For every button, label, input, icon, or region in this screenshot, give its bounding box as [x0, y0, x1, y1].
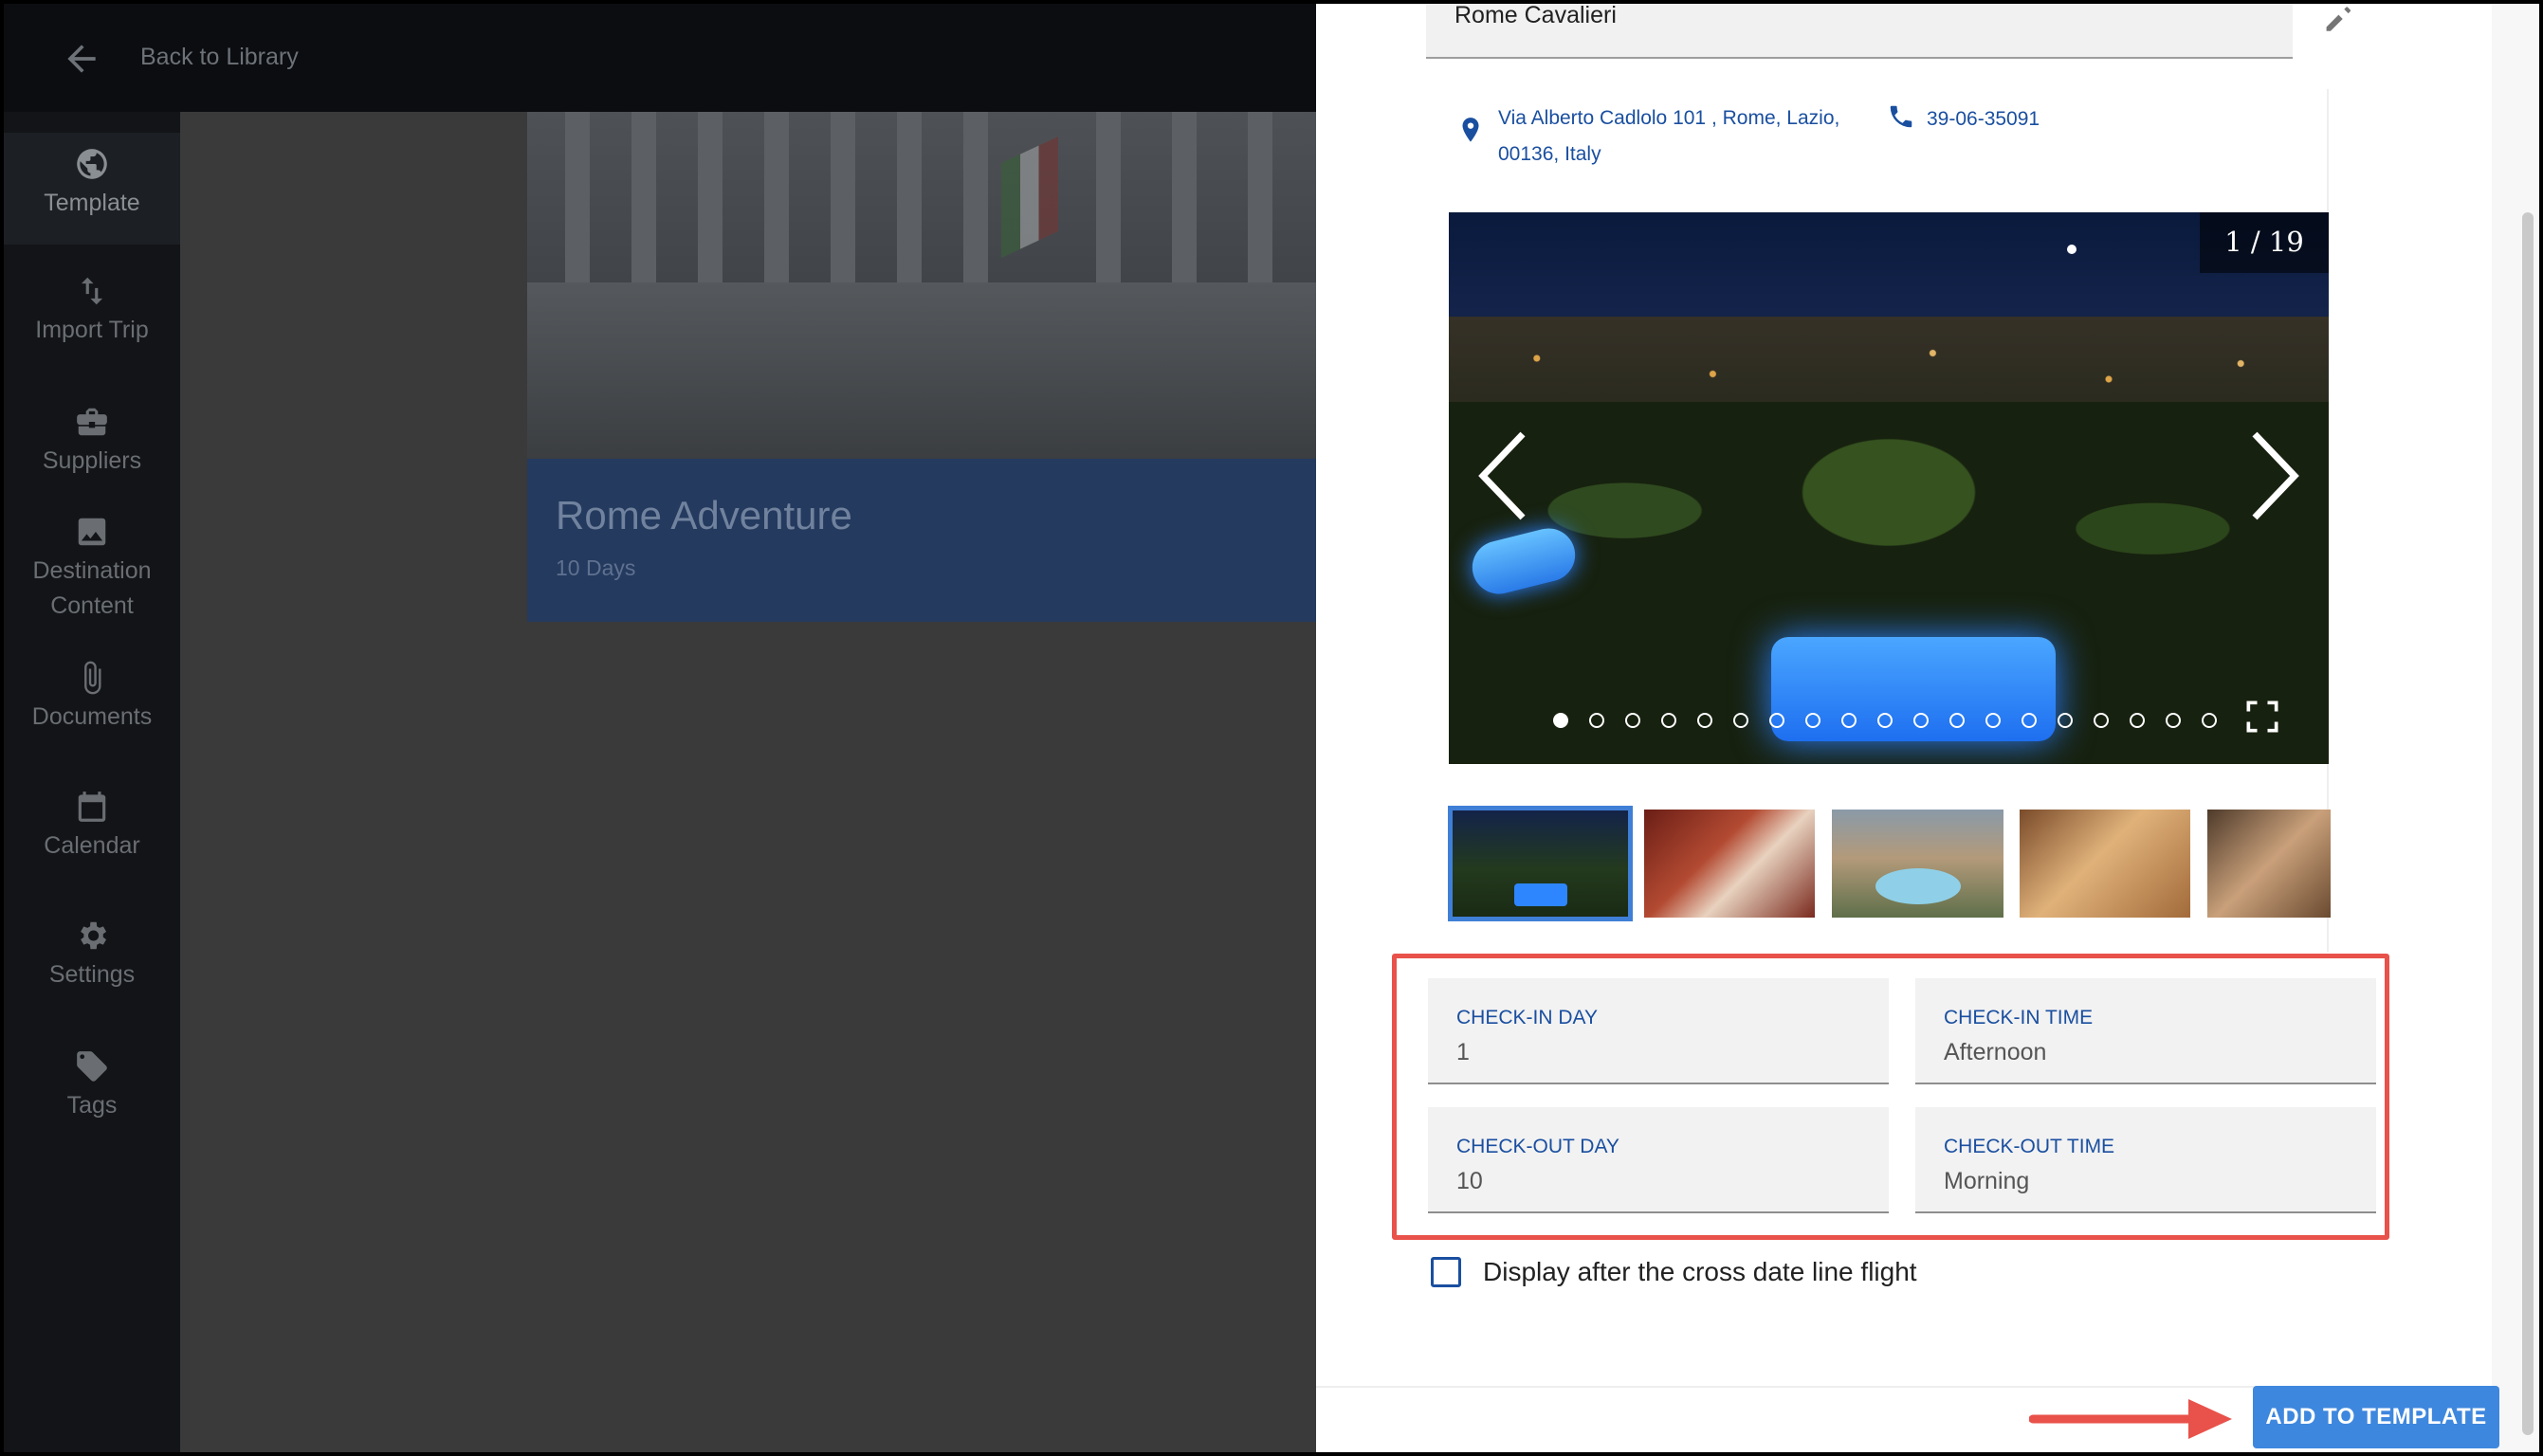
gallery-dot[interactable]: [1949, 713, 1965, 728]
hotel-name-field[interactable]: Rome Cavalieri: [1426, 4, 2293, 59]
field-label: CHECK-OUT DAY: [1456, 1136, 1619, 1157]
sidebar-item-label: Calendar: [44, 832, 140, 859]
gallery-dot[interactable]: [2058, 713, 2073, 728]
checkout-day-field[interactable]: CHECK-OUT DAY 10: [1428, 1107, 1889, 1213]
gallery-dot[interactable]: [2166, 713, 2181, 728]
sidebar-item-suppliers[interactable]: Suppliers: [4, 404, 180, 479]
sidebar-item-label: Template: [44, 190, 140, 216]
sidebar-item-label: Tags: [66, 1092, 118, 1119]
back-to-library-link[interactable]: Back to Library: [140, 44, 299, 71]
gallery-dot[interactable]: [1805, 713, 1820, 728]
field-label: CHECK-IN TIME: [1944, 1007, 2094, 1028]
gallery-dot[interactable]: [1661, 713, 1676, 728]
field-value: Afternoon: [1944, 1039, 2047, 1065]
gallery-dot[interactable]: [1841, 713, 1857, 728]
address-line-2: 00136, Italy: [1498, 143, 1601, 165]
gallery-thumbnail[interactable]: [1832, 810, 2003, 918]
swap-vertical-icon: [81, 277, 103, 305]
checkout-time-field[interactable]: CHECK-OUT TIME Morning: [1915, 1107, 2376, 1213]
sidebar: Template Import Trip Suppliers Destinati…: [4, 112, 180, 1452]
supplier-detail-panel: Rome Cavalieri Via Alberto Cadlolo 101 ,…: [1316, 4, 2539, 1452]
fullscreen-icon[interactable]: [2241, 696, 2283, 737]
sidebar-item-label: Suppliers: [42, 447, 142, 474]
top-bar: Back to Library: [4, 4, 1316, 112]
hotel-name-value: Rome Cavalieri: [1454, 4, 1617, 28]
scrollbar-thumb[interactable]: [2522, 212, 2534, 1435]
gallery-dot[interactable]: [2022, 713, 2037, 728]
trip-duration: 10 Days: [556, 555, 636, 580]
field-value: 1: [1456, 1039, 1470, 1065]
gallery-counter: 1 / 19: [2224, 226, 2304, 258]
pencil-icon[interactable]: [2321, 4, 2359, 34]
gallery-dot[interactable]: [2202, 713, 2217, 728]
back-arrow-icon[interactable]: [61, 38, 102, 80]
sidebar-item-label: Documents: [31, 703, 153, 730]
cross-date-label[interactable]: Display after the cross date line flight: [1483, 1257, 1917, 1287]
calendar-icon: [78, 792, 106, 822]
globe-icon: [77, 149, 107, 179]
field-value: Morning: [1944, 1168, 2030, 1194]
gallery-dot[interactable]: [1877, 713, 1893, 728]
chevron-left-icon: [1478, 431, 1526, 520]
gallery-thumbnail[interactable]: [1644, 810, 1815, 918]
trip-card[interactable]: Rome Adventure 10 Days: [527, 459, 1316, 622]
cross-date-checkbox[interactable]: [1431, 1257, 1461, 1287]
tag-icon: [77, 1051, 107, 1082]
field-label: CHECK-IN DAY: [1456, 1007, 1598, 1028]
sidebar-item-tags[interactable]: Tags: [4, 1048, 180, 1123]
gallery-dot[interactable]: [1553, 713, 1568, 728]
chevron-right-icon: [2252, 431, 2299, 520]
gallery-dot[interactable]: [1913, 713, 1929, 728]
sidebar-item-label: Destination Content: [32, 557, 152, 619]
gallery-counter-box: 1 / 19: [2200, 212, 2329, 273]
gallery-dot[interactable]: [1589, 713, 1604, 728]
gallery-dot[interactable]: [1733, 713, 1748, 728]
checkin-day-field[interactable]: CHECK-IN DAY 1: [1428, 978, 1889, 1084]
sidebar-item-template[interactable]: Template: [4, 133, 180, 245]
gallery-next-button[interactable]: [2247, 428, 2304, 523]
annotation-arrow-icon: [2029, 1399, 2232, 1439]
gear-icon: [81, 921, 107, 950]
gallery-dot[interactable]: [2130, 713, 2145, 728]
sidebar-item-calendar[interactable]: Calendar: [4, 789, 180, 864]
sidebar-item-import-trip[interactable]: Import Trip: [4, 273, 180, 348]
sidebar-item-label: Import Trip: [35, 317, 149, 343]
field-value: 10: [1456, 1168, 1483, 1194]
image-icon: [78, 518, 106, 546]
address-line-1: Via Alberto Cadlolo 101 , Rome, Lazio,: [1498, 107, 1840, 129]
gallery-prev-button[interactable]: [1473, 428, 1530, 523]
trip-title: Rome Adventure: [556, 493, 852, 537]
photo-gallery[interactable]: 1 / 19: [1449, 212, 2329, 764]
sidebar-item-documents[interactable]: Documents: [4, 660, 180, 735]
gallery-dot[interactable]: [1697, 713, 1712, 728]
gallery-dot[interactable]: [1769, 713, 1784, 728]
add-to-template-button[interactable]: ADD TO TEMPLATE: [2253, 1386, 2499, 1448]
gallery-thumbnail[interactable]: [2207, 810, 2331, 918]
gallery-dot[interactable]: [2094, 713, 2109, 728]
gallery-dot[interactable]: [1625, 713, 1640, 728]
briefcase-icon: [77, 408, 107, 436]
sidebar-item-destination-content[interactable]: Destination Content: [4, 514, 180, 624]
location-pin-icon: [1462, 118, 1479, 142]
app-window: Back to Library Template Import Trip Sup…: [4, 4, 2539, 1452]
gallery-thumbnail[interactable]: [1448, 806, 1633, 921]
phone-icon: [1890, 105, 1912, 128]
sidebar-item-settings[interactable]: Settings: [4, 918, 180, 992]
hotel-address[interactable]: Via Alberto Cadlolo 101 , Rome, Lazio, 0…: [1498, 100, 1887, 173]
gallery-thumbnail[interactable]: [2020, 810, 2190, 918]
paperclip-icon: [84, 661, 101, 695]
hotel-phone[interactable]: 39-06-35091: [1927, 108, 2040, 131]
trip-cover-image: [527, 112, 1316, 459]
gallery-dot[interactable]: [1985, 713, 2001, 728]
field-label: CHECK-OUT TIME: [1944, 1136, 2115, 1157]
checkin-time-field[interactable]: CHECK-IN TIME Afternoon: [1915, 978, 2376, 1084]
sidebar-item-label: Settings: [48, 961, 136, 988]
